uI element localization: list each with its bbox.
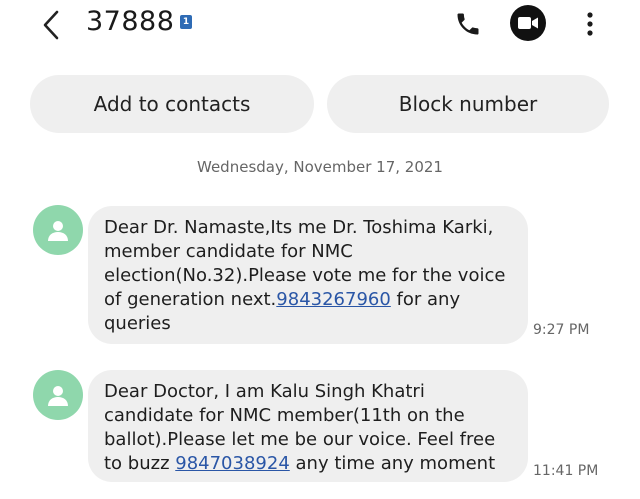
block-number-button[interactable]: Block number [327, 75, 609, 133]
sender-avatar[interactable] [33, 370, 83, 420]
phone-icon [457, 13, 479, 35]
call-button[interactable] [452, 8, 484, 40]
more-options-button[interactable] [578, 8, 602, 40]
conversation-header: 37888 1 [0, 0, 640, 56]
phone-link[interactable]: 9847038924 [175, 453, 290, 474]
message-bubble[interactable]: Dear Doctor, I am Kalu Singh Khatri cand… [88, 370, 528, 482]
sim-badge: 1 [180, 15, 192, 29]
messaging-screen: 37888 1 Add to contacts Block number Wed… [0, 0, 640, 499]
message-timestamp: 11:41 PM [533, 463, 599, 479]
message-text: any time any moment [289, 453, 496, 474]
phone-link[interactable]: 9843267960 [276, 289, 391, 310]
video-call-button[interactable] [510, 5, 546, 41]
sender-avatar[interactable] [33, 205, 83, 255]
date-separator: Wednesday, November 17, 2021 [197, 158, 443, 176]
person-icon [48, 386, 68, 406]
back-button[interactable] [36, 10, 66, 40]
video-camera-icon [518, 17, 538, 29]
add-to-contacts-button[interactable]: Add to contacts [30, 75, 314, 133]
chevron-left-icon [43, 10, 59, 40]
contact-number-title: 37888 [86, 6, 175, 37]
more-vertical-icon [587, 12, 593, 36]
person-icon [48, 221, 68, 241]
message-bubble[interactable]: Dear Dr. Namaste,Its me Dr. Toshima Kark… [88, 206, 528, 344]
message-timestamp: 9:27 PM [533, 322, 590, 338]
